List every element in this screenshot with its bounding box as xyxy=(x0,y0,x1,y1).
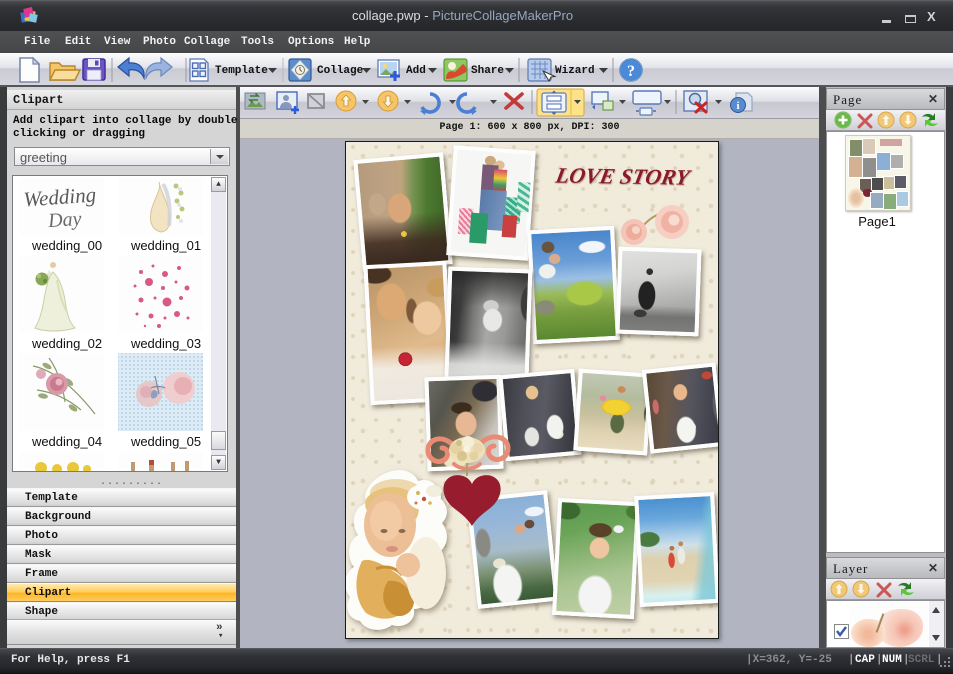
svg-text:Wedding: Wedding xyxy=(23,182,97,211)
svg-text:Day: Day xyxy=(46,208,82,232)
svg-text:?: ? xyxy=(627,63,635,80)
svg-text:i: i xyxy=(736,100,739,112)
